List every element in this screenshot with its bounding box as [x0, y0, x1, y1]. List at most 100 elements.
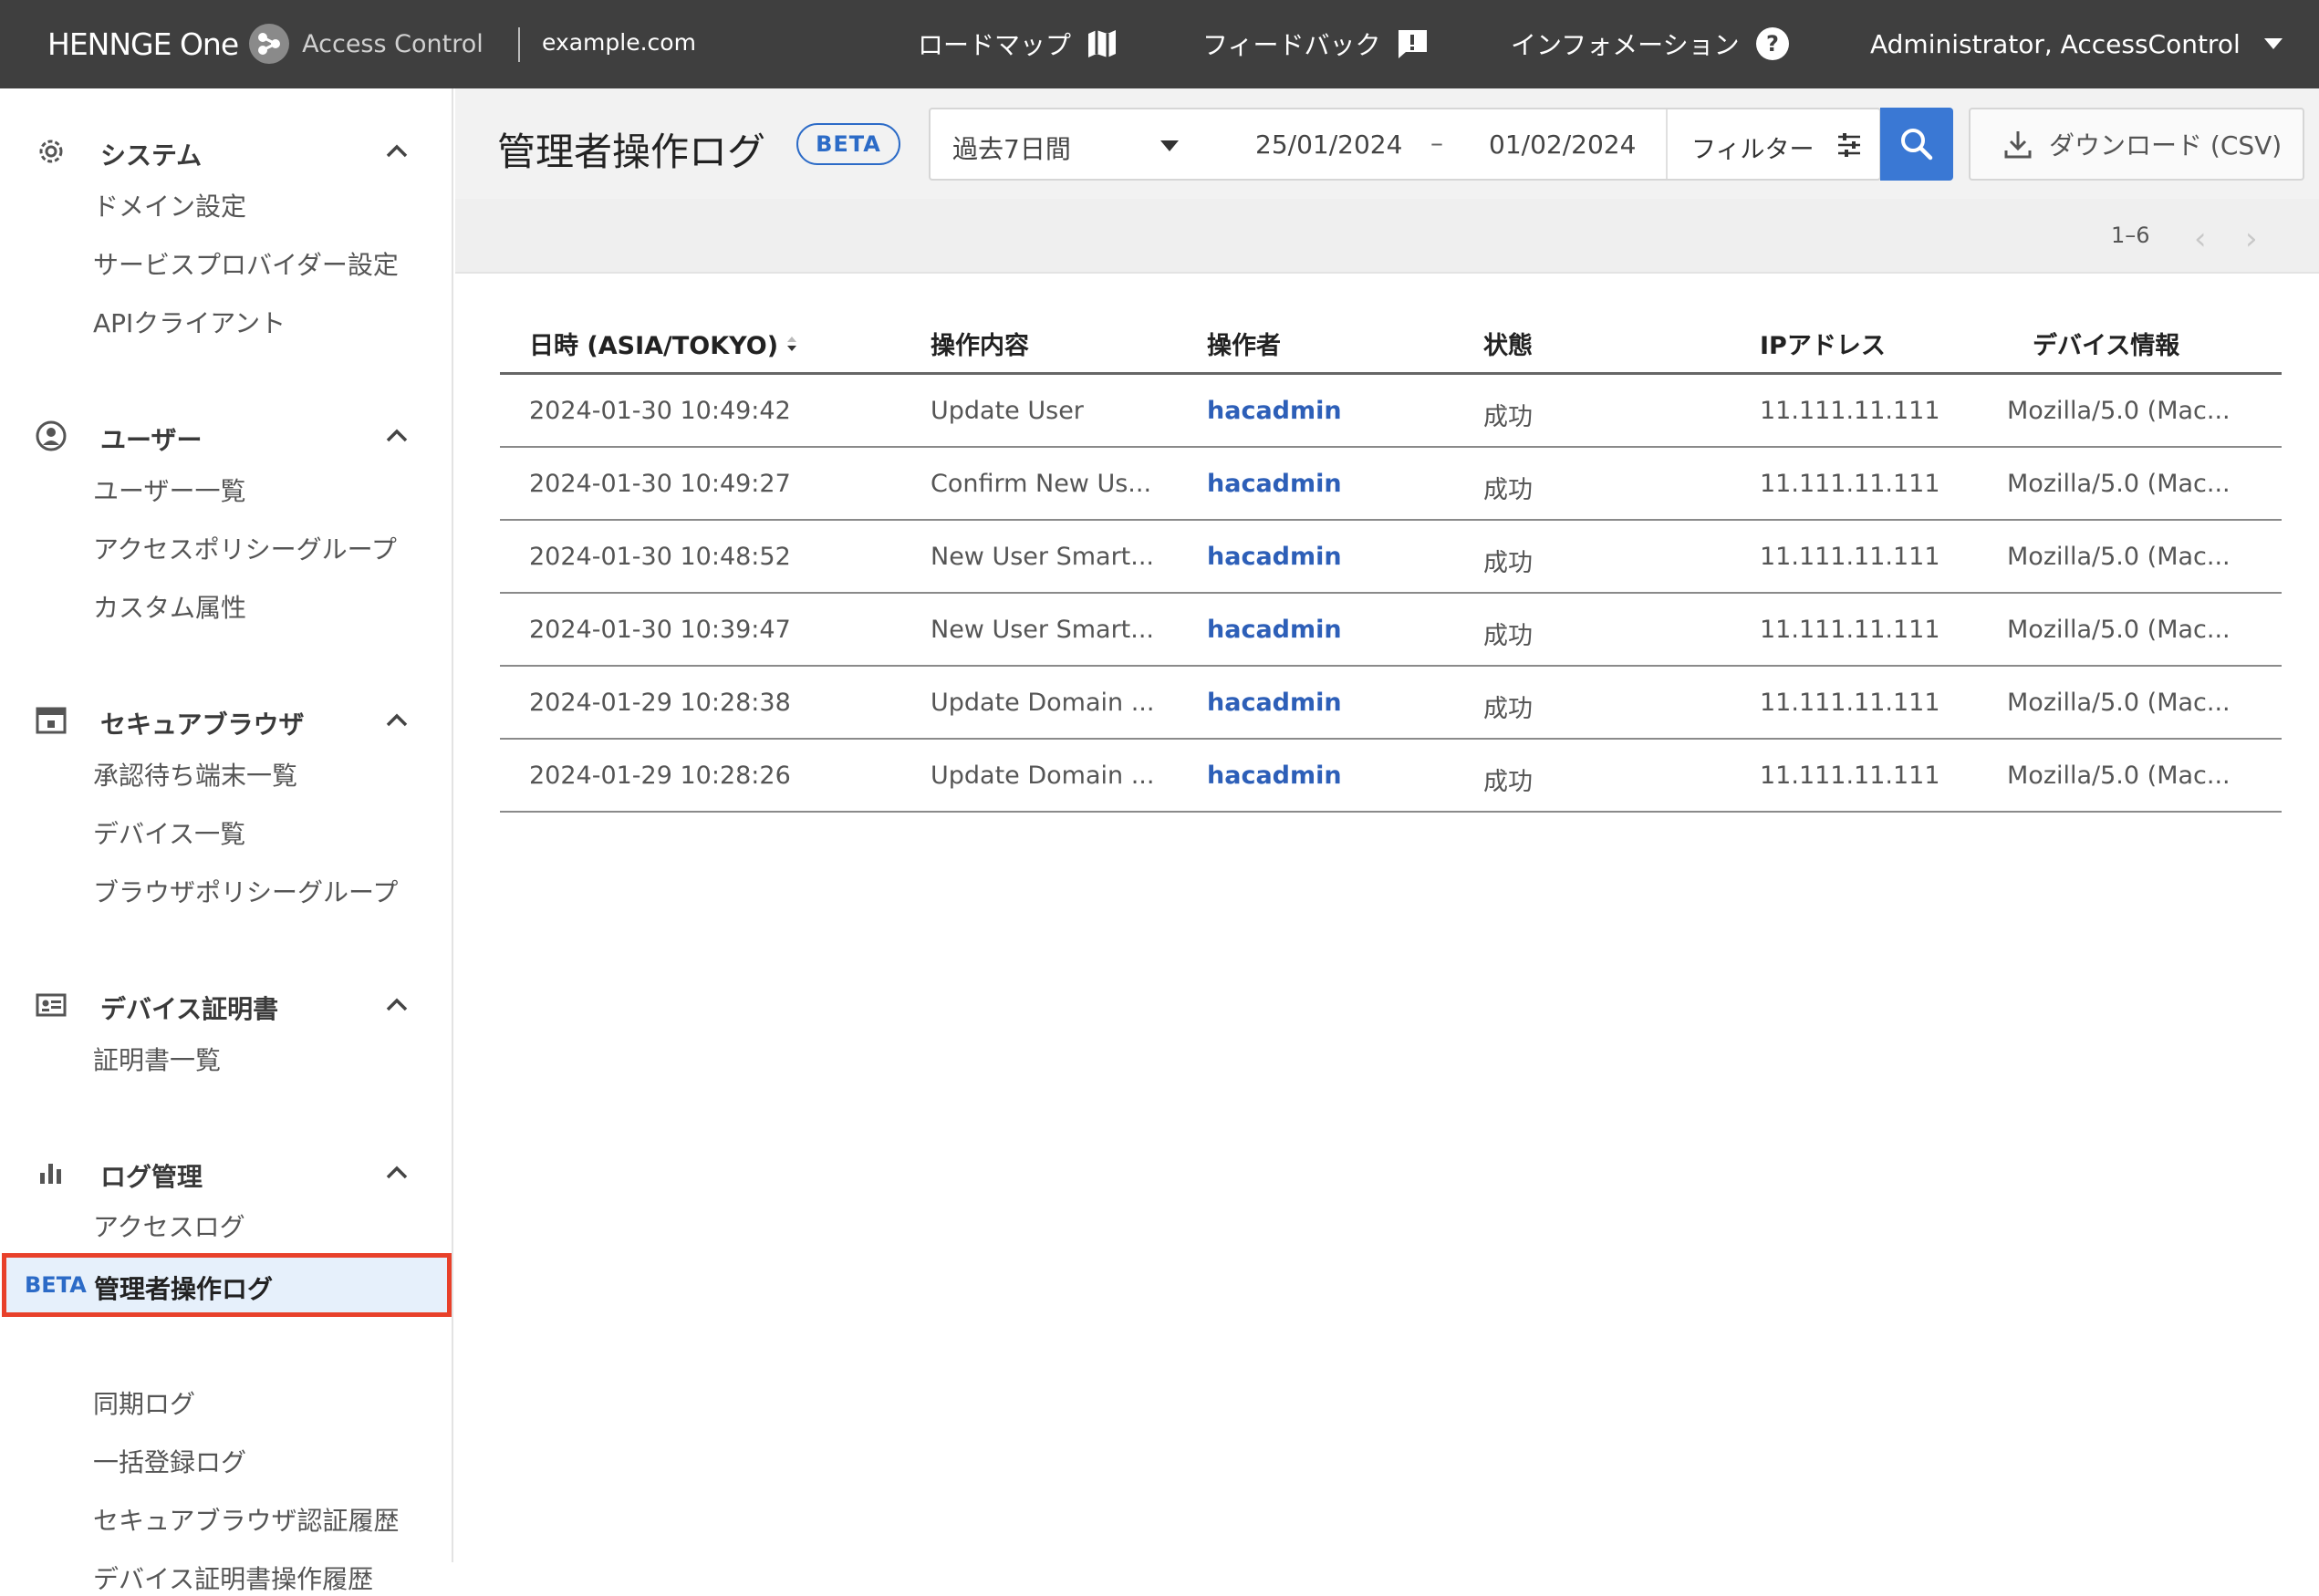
column-action: 操作内容	[931, 332, 1029, 360]
chevron-right-icon[interactable]: ›	[2245, 221, 2258, 257]
chevron-up-icon	[386, 144, 408, 158]
cell-ip: 11.111.11.111	[1760, 397, 1940, 425]
sidebar-item-secure-browser-auth-history[interactable]: セキュアブラウザ認証履歴	[93, 1501, 399, 1538]
cell-datetime: 2024-01-29 10:28:38	[529, 689, 791, 717]
feedback-icon	[1398, 30, 1428, 58]
cell-action: Update User	[931, 397, 1084, 425]
cell-status: 成功	[1483, 403, 1533, 431]
sidebar-item-custom-attributes[interactable]: カスタム属性	[93, 588, 246, 625]
cell-operator-link[interactable]: hacadmin	[1207, 762, 1342, 790]
chevron-up-icon	[386, 429, 408, 442]
cell-operator-link[interactable]: hacadmin	[1207, 543, 1342, 571]
cell-device: Mozilla/5.0 (Mac...	[2007, 470, 2231, 498]
sidebar-section-header-device-certificates[interactable]: デバイス証明書	[0, 979, 453, 1028]
table-row[interactable]: 2024-01-30 10:48:52 New User Smart... ha…	[500, 521, 2282, 594]
chevron-up-icon	[386, 713, 408, 727]
cell-status: 成功	[1483, 695, 1533, 723]
help-icon: ?	[1755, 27, 1789, 60]
date-from-input[interactable]: 25/01/2024	[1255, 130, 1402, 160]
pagination-bar: 1–6 ‹ ›	[455, 199, 2319, 274]
cell-action: Update Domain ...	[931, 762, 1155, 790]
page-header: 管理者操作ログ BETA 過去7日間 25/01/2024 – 01/02/20…	[455, 88, 2319, 199]
information-label: インフォメーション	[1511, 30, 1740, 60]
sidebar-item-user-list[interactable]: ユーザー一覧	[93, 472, 245, 508]
search-button[interactable]	[1880, 108, 1953, 181]
cell-status: 成功	[1483, 476, 1533, 504]
sidebar-item-bulk-registration-log[interactable]: 一括登録ログ	[93, 1443, 246, 1479]
cell-device: Mozilla/5.0 (Mac...	[2007, 762, 2231, 790]
cell-datetime: 2024-01-29 10:28:26	[529, 762, 791, 790]
cell-datetime: 2024-01-30 10:39:47	[529, 616, 791, 644]
caret-down-icon	[2263, 38, 2283, 49]
chevron-left-icon[interactable]: ‹	[2194, 221, 2207, 257]
sidebar-item-browser-policy-groups[interactable]: ブラウザポリシーグループ	[93, 873, 398, 909]
roadmap-link[interactable]: ロードマップ	[918, 20, 1118, 67]
cell-operator-link[interactable]: hacadmin	[1207, 616, 1342, 644]
table-row[interactable]: 2024-01-30 10:49:27 Confirm New Us... ha…	[500, 448, 2282, 521]
cell-datetime: 2024-01-30 10:48:52	[529, 543, 791, 571]
main-content: 管理者操作ログ BETA 過去7日間 25/01/2024 – 01/02/20…	[455, 88, 2319, 1562]
user-name: Administrator, AccessControl	[1870, 28, 2241, 59]
filter-bar: 過去7日間 25/01/2024 – 01/02/2024 フィルター	[929, 108, 1881, 181]
sidebar-item-device-certificate-history[interactable]: デバイス証明書操作履歴	[93, 1560, 373, 1596]
sidebar-item-access-log[interactable]: アクセスログ	[93, 1207, 245, 1244]
cell-ip: 11.111.11.111	[1760, 689, 1940, 717]
feedback-label: フィードバック	[1202, 30, 1381, 60]
date-to-input[interactable]: 01/02/2024	[1489, 130, 1636, 160]
cell-status: 成功	[1483, 622, 1533, 650]
page-title: 管理者操作ログ	[497, 130, 766, 174]
header-divider	[518, 27, 520, 62]
cell-device: Mozilla/5.0 (Mac...	[2007, 689, 2231, 717]
cell-device: Mozilla/5.0 (Mac...	[2007, 543, 2231, 571]
cell-operator-link[interactable]: hacadmin	[1207, 689, 1342, 717]
table-row[interactable]: 2024-01-29 10:28:26 Update Domain ... ha…	[500, 740, 2282, 813]
cell-operator-link[interactable]: hacadmin	[1207, 470, 1342, 498]
map-icon	[1088, 30, 1117, 57]
feedback-link[interactable]: フィードバック	[1202, 20, 1430, 67]
sidebar-section-title: デバイス証明書	[100, 994, 279, 1024]
sidebar-item-domain-settings[interactable]: ドメイン設定	[93, 187, 246, 223]
tenant-domain: example.com	[542, 29, 696, 56]
browser-icon	[36, 707, 67, 734]
sidebar-section-header-users[interactable]: ユーザー	[0, 409, 453, 459]
brand-logo[interactable]: HENNGE One Access Control	[47, 20, 484, 67]
user-menu[interactable]: Administrator, AccessControl	[1870, 20, 2283, 67]
beta-tag: BETA	[25, 1272, 87, 1298]
table-row[interactable]: 2024-01-30 10:39:47 New User Smart... ha…	[500, 594, 2282, 667]
user-circle-icon	[36, 420, 67, 451]
column-datetime[interactable]: 日時 (ASIA/TOKYO)	[529, 326, 778, 361]
download-icon	[2004, 131, 2032, 159]
table-row[interactable]: 2024-01-30 10:49:42 Update User hacadmin…	[500, 375, 2282, 448]
download-csv-button[interactable]: ダウンロード (CSV)	[1969, 108, 2304, 181]
column-operator: 操作者	[1207, 332, 1281, 360]
cell-device: Mozilla/5.0 (Mac...	[2007, 397, 2231, 425]
sidebar-item-api-clients[interactable]: APIクライアント	[93, 304, 286, 340]
sidebar-item-certificate-list[interactable]: 証明書一覧	[93, 1041, 221, 1077]
information-link[interactable]: インフォメーション ?	[1511, 20, 1791, 67]
cell-action: New User Smart...	[931, 616, 1155, 644]
gear-icon	[39, 140, 63, 163]
sidebar-item-service-providers[interactable]: サービスプロバイダー設定	[93, 245, 399, 282]
roadmap-label: ロードマップ	[918, 30, 1072, 60]
sort-icon[interactable]	[784, 333, 800, 355]
sidebar-item-sync-log[interactable]: 同期ログ	[93, 1384, 195, 1421]
table-row[interactable]: 2024-01-29 10:28:38 Update Domain ... ha…	[500, 667, 2282, 740]
sidebar-item-access-policy-groups[interactable]: アクセスポリシーグループ	[93, 530, 397, 566]
sidebar-section-header-system[interactable]: システム	[0, 125, 453, 174]
cell-action: Update Domain ...	[931, 689, 1155, 717]
sidebar-section-header-log-management[interactable]: ログ管理	[0, 1146, 453, 1196]
chevron-up-icon	[386, 1166, 408, 1179]
product-name: Access Control	[302, 29, 484, 58]
cell-ip: 11.111.11.111	[1760, 470, 1940, 498]
sidebar: システム ドメイン設定 サービスプロバイダー設定 APIクライアント ユーザー …	[0, 88, 453, 1594]
sidebar-item-pending-devices[interactable]: 承認待ち端末一覧	[93, 756, 297, 793]
sidebar-item-admin-operation-log[interactable]: BETA 管理者操作ログ	[2, 1253, 452, 1317]
cell-ip: 11.111.11.111	[1760, 543, 1940, 571]
beta-badge: BETA	[796, 123, 900, 165]
svg-text:?: ?	[1766, 31, 1779, 57]
cell-operator-link[interactable]: hacadmin	[1207, 397, 1342, 425]
sidebar-section-title: ユーザー	[100, 425, 203, 455]
sidebar-section-header-secure-browser[interactable]: セキュアブラウザ	[0, 694, 453, 743]
sidebar-item-device-list[interactable]: デバイス一覧	[93, 814, 245, 851]
filter-label: フィルター	[1691, 136, 1815, 164]
